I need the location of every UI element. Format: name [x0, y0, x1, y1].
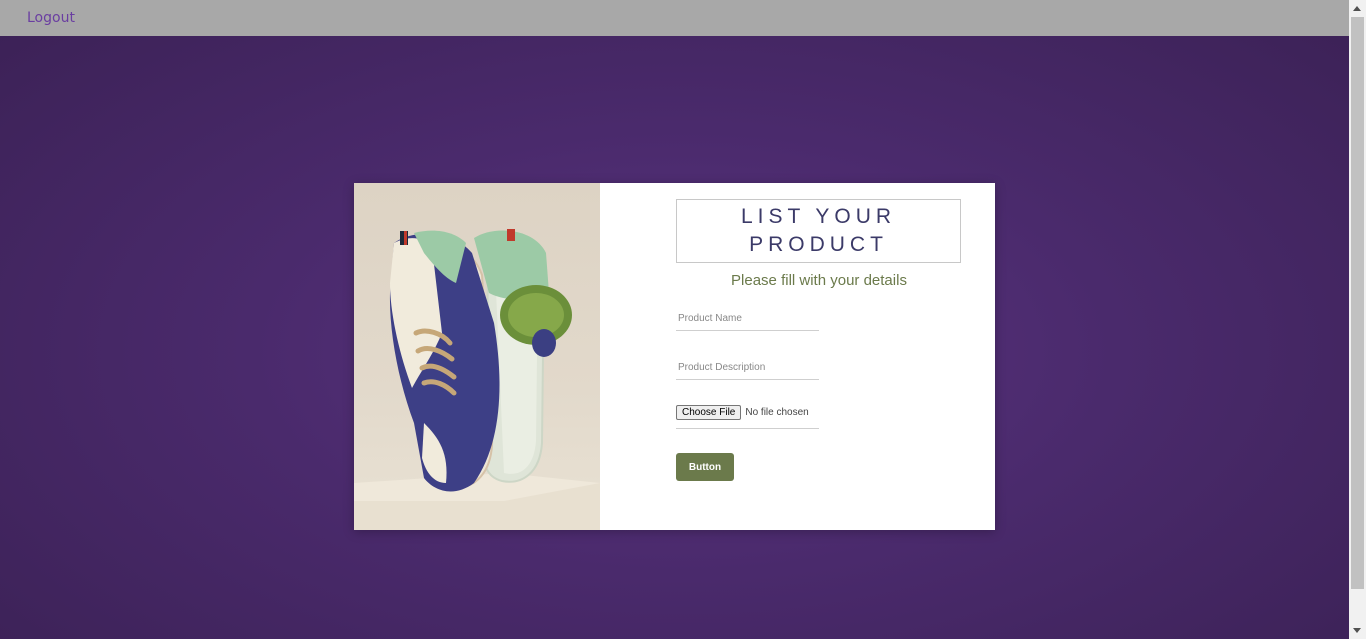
product-card: LIST YOUR PRODUCT Please fill with your …	[354, 183, 995, 530]
vertical-scrollbar[interactable]	[1349, 0, 1366, 639]
scroll-down-arrow-icon[interactable]	[1353, 628, 1361, 633]
product-image	[354, 183, 600, 530]
choose-file-button[interactable]: Choose File	[676, 405, 742, 420]
submit-button[interactable]: Button	[676, 453, 734, 481]
file-upload-field: Choose File No file chosen	[676, 405, 819, 429]
sneaker-cactus-illustration	[354, 229, 600, 530]
product-description-input[interactable]	[676, 358, 819, 380]
form-subtitle: Please fill with your details	[731, 272, 907, 289]
product-name-input[interactable]	[676, 309, 819, 331]
scroll-up-arrow-icon[interactable]	[1353, 6, 1361, 11]
form-title-box: LIST YOUR PRODUCT	[676, 199, 961, 263]
scrollbar-thumb[interactable]	[1351, 17, 1364, 589]
product-form: LIST YOUR PRODUCT Please fill with your …	[676, 199, 962, 481]
top-bar: Logout	[0, 0, 1349, 36]
logout-link[interactable]: Logout	[27, 10, 75, 26]
form-title: LIST YOUR PRODUCT	[740, 205, 897, 256]
file-status-text: No file chosen	[745, 407, 809, 418]
